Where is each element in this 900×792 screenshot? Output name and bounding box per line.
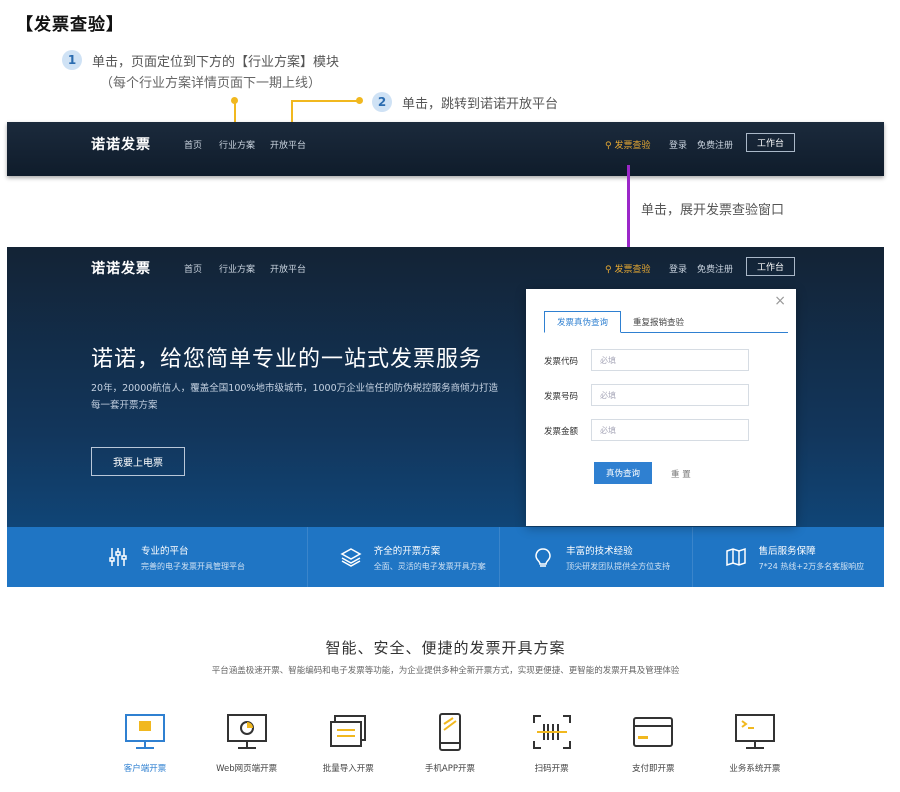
feature-title: 齐全的开票方案 [373, 545, 441, 557]
step-1-note: 1 单击，页面定位到下方的【行业方案】模块 [62, 50, 339, 70]
layers-icon [338, 544, 364, 570]
step-2-badge: 2 [372, 92, 392, 112]
features-strip: 专业的平台 完善的电子发票开具管理平台 齐全的开票方案 全面、灵活的电子发票开具… [7, 527, 884, 587]
feature-item: 专业的平台 完善的电子发票开具管理平台 [7, 527, 308, 587]
step-1-subnote: （每个行业方案详情页面下一期上线） [100, 76, 322, 91]
step-3-text: 单击，展开发票查验窗口 [641, 203, 785, 218]
product-item[interactable]: 支付即开票 [618, 710, 688, 774]
connector-line [292, 100, 358, 102]
workbench-button[interactable]: 工作台 [746, 133, 796, 152]
phone-icon [428, 710, 472, 754]
product-label: 扫码开票 [534, 764, 569, 774]
product-label: 支付即开票 [632, 764, 675, 774]
close-icon[interactable]: × [774, 293, 786, 309]
product-list: 客户端开票 Web网页端开票 批量导入开票 手机APP开票 扫码开票 支付即开票… [110, 710, 790, 774]
product-label: 业务系统开票 [729, 764, 781, 774]
feature-desc: 7*24 热线+2万多名客服响应 [758, 561, 865, 571]
logo[interactable]: 诺诺发票 [91, 134, 151, 154]
search-icon: ⚲ [605, 141, 612, 151]
feature-desc: 全面、灵活的电子发票开具方案 [373, 561, 486, 571]
invoice-code-input[interactable]: 必填 [591, 349, 749, 371]
product-item[interactable]: Web网页端开票 [212, 710, 282, 774]
hero-title: 诺诺，给您简单专业的一站式发票服务 [91, 347, 483, 372]
product-item[interactable]: 扫码开票 [517, 710, 587, 774]
barcode-icon [530, 710, 574, 754]
feature-desc: 顶尖研发团队提供全方位支持 [566, 561, 671, 571]
map-icon [723, 544, 749, 570]
search-icon: ⚲ [605, 265, 612, 275]
step-2-note: 2 单击，跳转到诺诺开放平台 [372, 92, 558, 112]
hero-cta-button[interactable]: 我要上电票 [91, 447, 185, 476]
annotation-title: 【发票查验】 [16, 15, 124, 35]
nav-open-platform[interactable]: 开放平台 [270, 262, 306, 275]
web-monitor-icon [225, 710, 269, 754]
tab-authenticity[interactable]: 发票真伪查询 [544, 311, 622, 333]
nav-open-platform[interactable]: 开放平台 [270, 138, 306, 151]
bulb-icon [530, 544, 556, 570]
step-1-badge: 1 [62, 50, 82, 70]
verify-button[interactable]: 真伪查询 [594, 462, 652, 484]
navbar-preview: 诺诺发票 首页 行业方案 开放平台 ⚲ 发票查验 登录 免费注册 工作台 [7, 122, 884, 176]
feature-item: 齐全的开票方案 全面、灵活的电子发票开具方案 [308, 527, 501, 587]
solutions-title: 智能、安全、便捷的发票开具方案 [325, 639, 566, 657]
invoice-number-label: 发票号码 [544, 392, 579, 402]
nav-home[interactable]: 首页 [184, 262, 202, 275]
invoice-code-label: 发票代码 [544, 357, 579, 367]
popup-tabs: 发票真伪查询 重复报销查验 [544, 311, 788, 333]
product-label: 客户端开票 [123, 764, 167, 774]
hero-navbar: 诺诺发票 首页 行业方案 开放平台 ⚲ 发票查验 登录 免费注册 工作台 [7, 247, 884, 285]
feature-item: 售后服务保障 7*24 热线+2万多名客服响应 [693, 527, 884, 587]
solutions-subtitle: 平台涵盖极速开票、智能编码和电子发票等功能，为企业提供多种全新开票方式，实现更便… [211, 666, 680, 676]
nav-invoice-check[interactable]: ⚲ 发票查验 [605, 138, 650, 151]
workbench-button[interactable]: 工作台 [746, 257, 796, 276]
reset-button[interactable]: 重 置 [671, 468, 691, 480]
feature-title: 售后服务保障 [758, 545, 816, 557]
feature-desc: 完善的电子发票开具管理平台 [141, 561, 245, 571]
step-1-text: 单击，页面定位到下方的【行业方案】模块 [92, 54, 340, 70]
monitor-icon [123, 710, 167, 754]
product-item[interactable]: 手机APP开票 [415, 710, 485, 774]
product-item[interactable]: 客户端开票 [110, 710, 180, 774]
hero-description: 20年，20000航信人，覆盖全国100%地市级城市，1000万企业信任的防伪税… [91, 383, 499, 411]
feature-item: 丰富的技术经验 顶尖研发团队提供全方位支持 [500, 527, 693, 587]
nav-invoice-check[interactable]: ⚲ 发票查验 [605, 262, 650, 275]
invoice-check-popup: × 发票真伪查询 重复报销查验 发票代码 必填 发票号码 必填 发票金额 必填 … [526, 289, 796, 526]
feature-title: 丰富的技术经验 [566, 545, 633, 557]
invoice-amount-input[interactable]: 必填 [591, 419, 749, 441]
invoice-number-input[interactable]: 必填 [591, 384, 749, 406]
terminal-icon [733, 710, 777, 754]
invoice-amount-label: 发票金额 [544, 427, 579, 437]
step-2-text: 单击，跳转到诺诺开放平台 [402, 96, 559, 112]
logo[interactable]: 诺诺发票 [91, 258, 151, 278]
homepage-preview: 诺诺发票 首页 行业方案 开放平台 ⚲ 发票查验 登录 免费注册 工作台 诺诺，… [7, 247, 884, 792]
feature-title: 专业的平台 [141, 545, 189, 557]
tab-duplicate-check[interactable]: 重复报销查验 [621, 311, 696, 332]
nav-industry[interactable]: 行业方案 [219, 262, 255, 275]
register-link[interactable]: 免费注册 [697, 138, 733, 151]
product-label: 批量导入开票 [322, 764, 374, 774]
card-icon [631, 710, 675, 754]
stack-icon [326, 710, 370, 754]
sliders-icon [105, 544, 131, 570]
product-item[interactable]: 批量导入开票 [313, 710, 383, 774]
login-link[interactable]: 登录 [669, 138, 687, 151]
nav-industry[interactable]: 行业方案 [219, 138, 255, 151]
product-label: Web网页端开票 [216, 764, 278, 774]
product-item[interactable]: 业务系统开票 [720, 710, 790, 774]
product-label: 手机APP开票 [424, 764, 475, 774]
login-link[interactable]: 登录 [669, 262, 687, 275]
nav-home[interactable]: 首页 [184, 138, 202, 151]
register-link[interactable]: 免费注册 [697, 262, 733, 275]
